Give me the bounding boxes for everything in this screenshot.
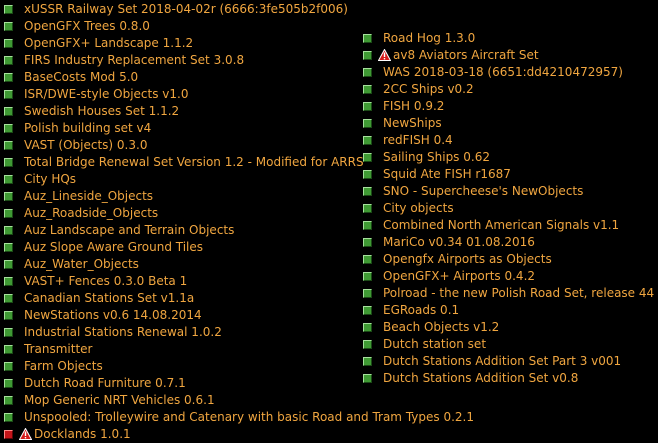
- status-ok-icon: [363, 357, 372, 366]
- newgrf-name: ISR/DWE-style Objects v1.0: [24, 87, 189, 101]
- newgrf-name: VAST (Objects) 0.3.0: [24, 138, 148, 152]
- newgrf-name: BaseCosts Mod 5.0: [24, 70, 139, 84]
- newgrf-name: FIRS Industry Replacement Set 3.0.8: [24, 53, 245, 67]
- status-ok-icon: [4, 413, 13, 422]
- status-ok-icon: [363, 51, 372, 60]
- status-ok-icon: [4, 396, 13, 405]
- newgrf-name: Farm Objects: [24, 359, 103, 373]
- status-ok-icon: [363, 102, 372, 111]
- status-ok-icon: [4, 175, 13, 184]
- newgrf-name: Dutch station set: [383, 337, 487, 351]
- status-ok-icon: [4, 328, 13, 337]
- status-ok-icon: [363, 221, 372, 230]
- newgrf-name: EGRoads 0.1: [383, 303, 460, 317]
- status-ok-icon: [4, 39, 13, 48]
- status-ok-icon: [4, 73, 13, 82]
- status-ok-icon: [4, 345, 13, 354]
- newgrf-name: Combined North American Signals v1.1: [383, 218, 620, 232]
- status-ok-icon: [363, 204, 372, 213]
- newgrf-name: Docklands 1.0.1: [34, 427, 131, 441]
- newgrf-name: Dutch Stations Addition Set v0.8: [383, 371, 579, 385]
- newgrf-name: Squid Ate FISH r1687: [383, 167, 511, 181]
- newgrf-name: Transmitter: [24, 342, 93, 356]
- status-ok-icon: [363, 136, 372, 145]
- status-ok-icon: [363, 119, 372, 128]
- newgrf-name: Industrial Stations Renewal 1.0.2: [24, 325, 222, 339]
- newgrf-name: OpenGFX+ Airports 0.4.2: [383, 269, 536, 283]
- status-ok-icon: [4, 362, 13, 371]
- status-ok-icon: [363, 306, 372, 315]
- status-ok-icon: [4, 209, 13, 218]
- newgrf-name: OpenGFX+ Landscape 1.1.2: [24, 36, 194, 50]
- status-ok-icon: [363, 289, 372, 298]
- newgrf-name: Auz_Lineside_Objects: [24, 189, 154, 203]
- status-ok-icon: [4, 124, 13, 133]
- status-ok-icon: [4, 141, 13, 150]
- status-ok-icon: [363, 255, 372, 264]
- newgrf-name: Polroad - the new Polish Road Set, relea…: [383, 286, 655, 300]
- status-ok-icon: [363, 340, 372, 349]
- status-ok-icon: [363, 187, 372, 196]
- status-ok-icon: [4, 90, 13, 99]
- newgrf-name: Road Hog 1.3.0: [383, 31, 476, 45]
- newgrf-name: Auz Slope Aware Ground Tiles: [24, 240, 204, 254]
- newgrf-name: Total Bridge Renewal Set Version 1.2 - M…: [24, 155, 364, 169]
- newgrf-name: SNO - Supercheese's NewObjects: [383, 184, 584, 198]
- newgrf-name: Dutch Stations Addition Set Part 3 v001: [383, 354, 622, 368]
- newgrf-name: City HQs: [24, 172, 77, 186]
- newgrf-name: Opengfx Airports as Objects: [383, 252, 552, 266]
- newgrf-name: Sailing Ships 0.62: [383, 150, 490, 164]
- status-ok-icon: [4, 192, 13, 201]
- newgrf-name: Auz_Roadside_Objects: [24, 206, 159, 220]
- status-ok-icon: [4, 107, 13, 116]
- status-ok-icon: [363, 238, 372, 247]
- status-ok-icon: [4, 260, 13, 269]
- status-ok-icon: [363, 85, 372, 94]
- newgrf-name: OpenGFX Trees 0.8.0: [24, 19, 150, 33]
- newgrf-name: Beach Objects v1.2: [383, 320, 500, 334]
- status-ok-icon: [4, 277, 13, 286]
- status-ok-icon: [4, 294, 13, 303]
- status-error-icon: [4, 430, 13, 439]
- newgrf-name: Unspooled: Trolleywire and Catenary with…: [24, 410, 474, 424]
- status-ok-icon: [363, 272, 372, 281]
- status-ok-icon: [4, 243, 13, 252]
- newgrf-name: WAS 2018-03-18 (6651:dd4210472957): [383, 65, 623, 79]
- newgrf-name: City objects: [383, 201, 454, 215]
- status-ok-icon: [363, 374, 372, 383]
- status-ok-icon: [4, 158, 13, 167]
- newgrf-name: Polish building set v4: [24, 121, 152, 135]
- newgrf-name: Dutch Road Furniture 0.7.1: [24, 376, 186, 390]
- newgrf-name: NewShips: [383, 116, 442, 130]
- newgrf-name: av8 Aviators Aircraft Set: [393, 48, 539, 62]
- newgrf-name: NewStations v0.6 14.08.2014: [24, 308, 202, 322]
- newgrf-name: redFISH 0.4: [383, 133, 453, 147]
- newgrf-name: Auz_Water_Objects: [24, 257, 139, 271]
- status-ok-icon: [363, 68, 372, 77]
- newgrf-name: FISH 0.9.2: [383, 99, 445, 113]
- status-ok-icon: [4, 5, 13, 14]
- newgrf-name: VAST+ Fences 0.3.0 Beta 1: [24, 274, 188, 288]
- warning-icon: [19, 428, 32, 440]
- newgrf-name: 2CC Ships v0.2: [383, 82, 474, 96]
- newgrf-name: Auz Landscape and Terrain Objects: [24, 223, 235, 237]
- status-ok-icon: [4, 56, 13, 65]
- status-ok-icon: [4, 311, 13, 320]
- warning-icon: [378, 49, 391, 61]
- status-ok-icon: [4, 226, 13, 235]
- status-ok-icon: [363, 323, 372, 332]
- status-ok-icon: [363, 153, 372, 162]
- newgrf-name: Canadian Stations Set v1.1a: [24, 291, 195, 305]
- newgrf-name: Swedish Houses Set 1.1.2: [24, 104, 180, 118]
- newgrf-name: MariCo v0.34 01.08.2016: [383, 235, 535, 249]
- newgrf-name: Mop Generic NRT Vehicles 0.6.1: [24, 393, 215, 407]
- status-ok-icon: [363, 34, 372, 43]
- status-ok-icon: [4, 379, 13, 388]
- newgrf-name: xUSSR Railway Set 2018-04-02r (6666:3fe5…: [24, 2, 348, 16]
- status-ok-icon: [4, 22, 13, 31]
- status-ok-icon: [363, 170, 372, 179]
